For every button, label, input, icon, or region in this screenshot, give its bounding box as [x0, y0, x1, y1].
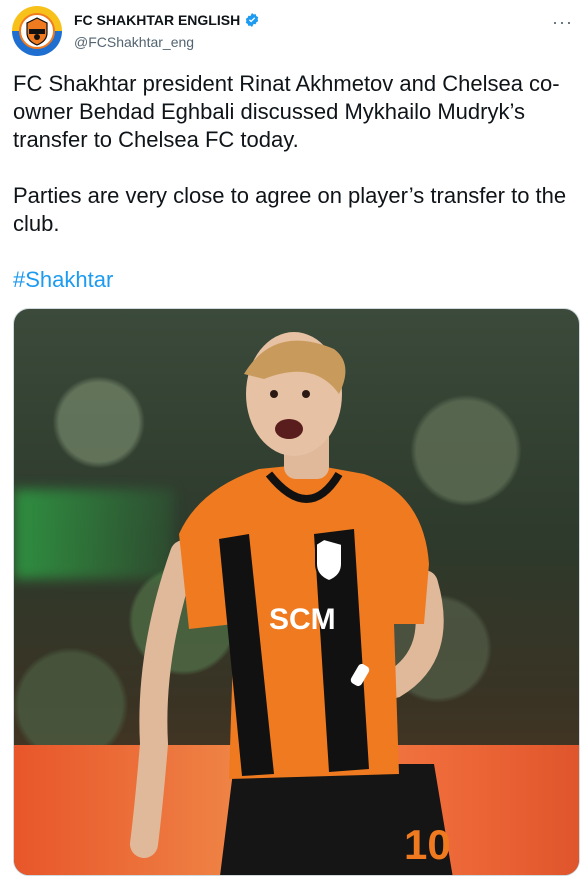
- club-crest-icon: [19, 13, 55, 49]
- hashtag-link[interactable]: #Shakhtar: [13, 267, 113, 293]
- verified-badge-icon: [245, 13, 259, 27]
- tweet-text: FC Shakhtar president Rinat Akhmetov and…: [13, 71, 567, 236]
- tweet-header: FC SHAKHTAR ENGLISH @FCShakhtar_eng ···: [12, 6, 573, 62]
- avatar[interactable]: [12, 6, 62, 56]
- tweet-photo[interactable]: SCM 10: [13, 308, 580, 876]
- sponsor-text: SCM: [269, 603, 336, 636]
- shorts-number: 10: [404, 821, 451, 868]
- display-name[interactable]: FC SHAKHTAR ENGLISH: [74, 12, 260, 28]
- more-options-icon[interactable]: ···: [552, 12, 573, 33]
- author-info: FC SHAKHTAR ENGLISH @FCShakhtar_eng: [74, 12, 260, 50]
- player-figure: SCM 10: [130, 332, 453, 875]
- display-name-text[interactable]: FC SHAKHTAR ENGLISH: [74, 12, 240, 28]
- handle[interactable]: @FCShakhtar_eng: [74, 34, 260, 50]
